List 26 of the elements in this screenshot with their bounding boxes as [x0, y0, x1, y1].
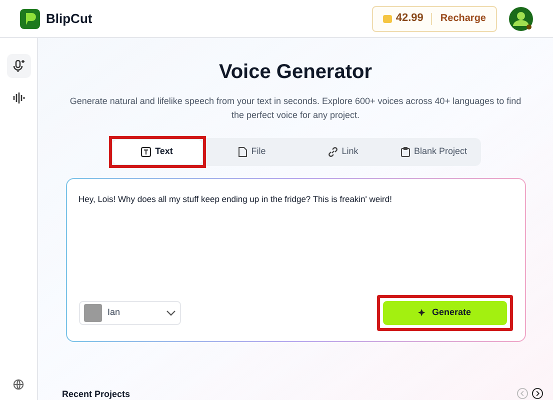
- file-icon: [238, 147, 248, 157]
- generate-button[interactable]: Generate: [382, 301, 506, 325]
- text-input-field[interactable]: Hey, Lois! Why does all my stuff keep ending up in the fridge? This is freakin' weird!: [78, 193, 512, 295]
- chevron-down-icon: [166, 310, 176, 316]
- avatar-icon[interactable]: [509, 6, 533, 30]
- tab[interactable]: Text: [112, 140, 202, 164]
- text-icon: [141, 147, 152, 157]
- recharge-button[interactable]: Recharge: [440, 11, 486, 26]
- link-icon: [328, 147, 338, 157]
- photo-placeholder: [84, 304, 102, 322]
- coin-icon: [382, 14, 392, 22]
- tab[interactable]: Link: [298, 140, 388, 164]
- sparkle-icon: [418, 308, 427, 318]
- clipboard-icon: [400, 147, 410, 157]
- tab[interactable]: File: [208, 140, 296, 164]
- page-description: Generate natural and lifelike speech from your text in seconds. Explore 600+ voices across 40+ languages to find the perfect voice for any project.: [68, 95, 522, 122]
- globe-icon[interactable]: [13, 379, 24, 390]
- credit-balance: 42.99: [396, 11, 424, 26]
- next-icon[interactable]: [532, 388, 543, 399]
- tab[interactable]: Blank Project: [390, 140, 478, 164]
- section-title: Recent Projects: [62, 389, 130, 400]
- page-title: Voice Generator: [218, 60, 372, 84]
- voice-selector[interactable]: Ian: [78, 301, 180, 325]
- brand-name: BlipCut: [46, 10, 92, 28]
- app-logo-icon: [20, 8, 40, 28]
- microphone-icon[interactable]: [6, 54, 30, 78]
